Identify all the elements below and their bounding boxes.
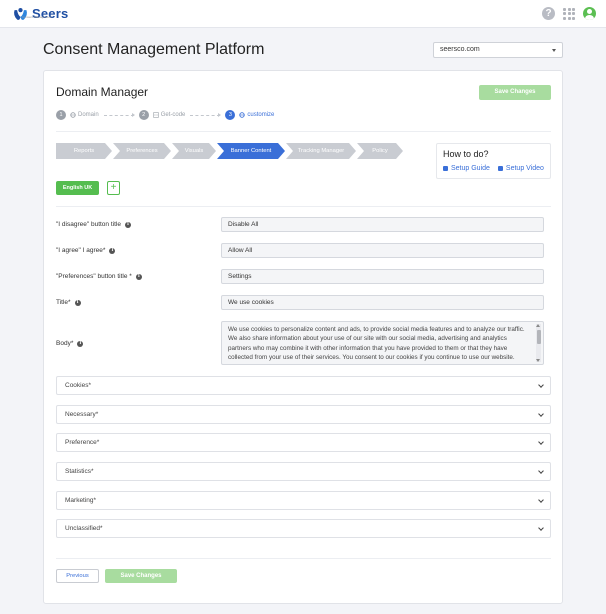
domain-select-value: seersco.com xyxy=(440,46,480,53)
guide-icon xyxy=(443,165,448,171)
scrollbar-thumb[interactable] xyxy=(536,330,541,344)
add-language-button[interactable]: + xyxy=(107,181,120,195)
accordion-marketing-label: Marketing* xyxy=(65,497,97,504)
top-icons: ? xyxy=(542,7,596,20)
title-label: Title* i xyxy=(56,299,81,306)
body-label: Body* i xyxy=(56,340,84,347)
top-bar: Seers Consent Management ? xyxy=(0,0,606,28)
video-icon xyxy=(497,165,503,171)
preferences-label: "Preferences" button title * i xyxy=(56,273,142,280)
chevron-down-icon xyxy=(552,49,556,52)
accordion-cookies-label: Cookies* xyxy=(65,382,92,389)
divider xyxy=(56,558,551,559)
accordion-unclassified[interactable]: Unclassified* xyxy=(56,519,551,538)
apps-grid-icon[interactable] xyxy=(563,7,575,20)
how-to-links: Setup Guide Setup Video xyxy=(443,165,544,172)
step-1-label[interactable]: Domain xyxy=(78,112,99,118)
info-icon[interactable]: i xyxy=(109,247,116,254)
accordion-cookies[interactable]: Cookies* xyxy=(56,376,551,395)
tab-visuals[interactable]: Visuals xyxy=(172,143,216,159)
seers-logo-icon xyxy=(14,7,27,20)
disagree-label: "I disagree" button title i xyxy=(56,221,131,228)
save-changes-bottom-button[interactable]: Save Changes xyxy=(105,569,177,583)
tab-preferences[interactable]: Preferences xyxy=(113,143,171,159)
divider xyxy=(56,206,551,207)
logo-subtitle: Consent Management xyxy=(22,15,52,19)
divider xyxy=(56,131,551,132)
preferences-label-text: "Preferences" button title * xyxy=(56,273,132,280)
info-icon[interactable]: i xyxy=(74,299,81,306)
accordion-marketing[interactable]: Marketing* xyxy=(56,491,551,510)
help-icon[interactable]: ? xyxy=(542,7,555,20)
stepper: 1 Domain 2 Get-code 3 customize xyxy=(56,110,274,120)
setup-guide-label: Setup Guide xyxy=(451,165,490,172)
step-2-label[interactable]: Get-code xyxy=(161,112,186,118)
title-input[interactable]: We use cookies xyxy=(221,295,544,310)
tab-reports[interactable]: Reports xyxy=(56,143,112,159)
seers-logo[interactable]: Seers xyxy=(12,5,68,22)
tab-banner-content[interactable]: Banner Content xyxy=(217,143,285,159)
step-2-number[interactable]: 2 xyxy=(138,110,149,120)
how-to-box: How to do? Setup Guide Setup Video xyxy=(436,143,551,179)
setup-guide-link[interactable]: Setup Guide xyxy=(443,165,490,172)
how-to-title: How to do? xyxy=(443,149,489,159)
card-title: Domain Manager xyxy=(56,85,149,99)
accordion-statistics[interactable]: Statistics* xyxy=(56,462,551,481)
body-textarea[interactable]: We use cookies to personalize content an… xyxy=(221,321,544,365)
body-label-text: Body* xyxy=(56,340,74,347)
chevron-down-icon xyxy=(538,525,544,531)
step-3-label[interactable]: customize xyxy=(247,112,274,118)
tab-bar: Reports Preferences Visuals Banner Conte… xyxy=(56,143,404,159)
chevron-down-icon xyxy=(538,497,544,503)
accordion-necessary-label: Necessary* xyxy=(65,411,99,418)
title-label-text: Title* xyxy=(56,299,71,306)
agree-label-text: "I agree" I agree* xyxy=(56,247,106,254)
page-title: Consent Management Platform xyxy=(43,41,265,58)
chevron-down-icon xyxy=(538,439,544,445)
preferences-input[interactable]: Settings xyxy=(221,269,544,284)
accordion-preference[interactable]: Preference* xyxy=(56,433,551,452)
code-icon xyxy=(152,112,159,118)
tab-policy[interactable]: Policy xyxy=(357,143,403,159)
globe-icon xyxy=(70,112,76,118)
step-3-number[interactable]: 3 xyxy=(225,110,236,120)
accordion-unclassified-label: Unclassified* xyxy=(65,525,103,532)
body-scrollbar[interactable] xyxy=(536,324,541,362)
step-1-number[interactable]: 1 xyxy=(56,110,66,120)
disagree-input[interactable]: Disable All xyxy=(221,217,544,232)
setup-video-label: Setup Video xyxy=(505,165,544,172)
info-icon[interactable]: i xyxy=(77,340,84,347)
domain-select[interactable]: seersco.com xyxy=(433,42,563,58)
tab-tracking-manager[interactable]: Tracking Manager xyxy=(286,143,356,159)
agree-input[interactable]: Allow All xyxy=(221,243,544,258)
accordion-preference-label: Preference* xyxy=(65,439,100,446)
language-english-uk-button[interactable]: English UK xyxy=(56,181,99,195)
info-icon[interactable]: i xyxy=(135,273,142,280)
chevron-down-icon xyxy=(538,382,544,388)
chevron-down-icon xyxy=(538,468,544,474)
info-icon[interactable]: i xyxy=(124,221,131,228)
customize-globe-icon xyxy=(239,112,246,118)
agree-label: "I agree" I agree* i xyxy=(56,247,116,254)
save-changes-top-button[interactable]: Save Changes xyxy=(479,85,551,100)
user-avatar-icon[interactable] xyxy=(583,7,596,20)
step-connector xyxy=(190,112,222,117)
accordion-statistics-label: Statistics* xyxy=(65,468,94,475)
domain-manager-card: Domain Manager Save Changes 1 Domain 2 G… xyxy=(43,70,563,604)
body-text: We use cookies to personalize content an… xyxy=(228,326,525,361)
step-connector xyxy=(103,112,135,117)
setup-video-link[interactable]: Setup Video xyxy=(497,165,544,172)
chevron-down-icon xyxy=(538,411,544,417)
previous-button[interactable]: Previous xyxy=(56,569,99,583)
disagree-label-text: "I disagree" button title xyxy=(56,221,121,228)
accordion-necessary[interactable]: Necessary* xyxy=(56,405,551,424)
